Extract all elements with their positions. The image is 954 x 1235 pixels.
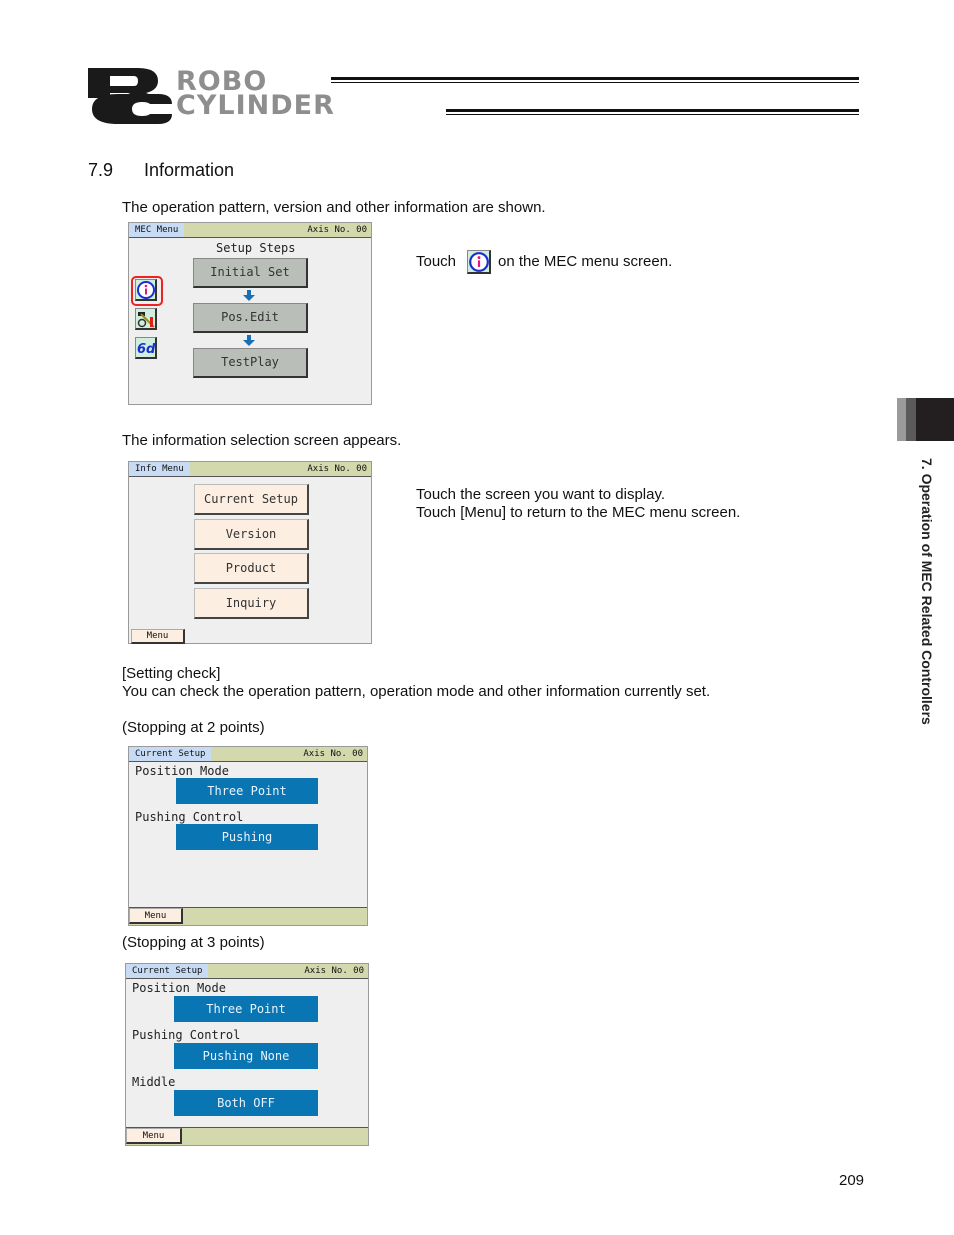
field-label: Middle xyxy=(132,1075,176,1089)
screen-title: Current Setup xyxy=(129,747,212,761)
arrow-down-icon xyxy=(243,295,255,301)
section-title: Information xyxy=(144,160,235,180)
testplay-button[interactable]: TestPlay xyxy=(193,348,308,378)
setup-steps-heading: Setup Steps xyxy=(216,241,296,255)
mec-menu-screen: MEC Menu Axis No. 00 Setup Steps Initial… xyxy=(128,222,372,405)
header-rule-bottom xyxy=(446,109,859,112)
arrow-down-icon xyxy=(243,340,255,346)
screen-title: Current Setup xyxy=(126,964,209,978)
robo-cylinder-wordmark: ROBO CYLINDER xyxy=(176,68,335,121)
chapter-label: 7. Operation of MEC Related Controllers xyxy=(919,458,935,725)
field-value: Three Point xyxy=(174,996,318,1022)
glasses-icon[interactable]: 6d xyxy=(135,337,157,359)
current-setup-screen-3pt: Current Setup Axis No. 00 Position Mode … xyxy=(125,963,369,1146)
step2-instruction-line1: Touch the screen you want to display. xyxy=(416,486,666,503)
page-number: 209 xyxy=(839,1172,865,1189)
intro-text: The operation pattern, version and other… xyxy=(122,199,546,216)
field-value: Three Point xyxy=(176,778,318,804)
header-rule-top-thin xyxy=(331,82,859,83)
titlebar: Current Setup Axis No. 00 xyxy=(129,747,367,762)
svg-text:6d: 6d xyxy=(137,342,156,357)
menu-button[interactable]: Menu xyxy=(126,1128,182,1144)
screen-title: Info Menu xyxy=(129,462,190,476)
field-value: Pushing None xyxy=(174,1043,318,1069)
setting-check-heading: [Setting check] xyxy=(122,665,221,682)
section-number: 7.9 xyxy=(88,160,114,180)
info-menu-screen: Info Menu Axis No. 00 Current Setup Vers… xyxy=(128,461,372,644)
chapter-tab xyxy=(897,398,954,441)
product-button[interactable]: Product xyxy=(194,553,309,584)
footer-bar: Menu xyxy=(126,1127,368,1145)
step2-caption: The information selection screen appears… xyxy=(122,432,402,449)
titlebar: MEC Menu Axis No. 00 xyxy=(129,223,371,238)
info-icon xyxy=(467,250,491,274)
two-points-caption: (Stopping at 2 points) xyxy=(122,719,265,736)
header-rule-top xyxy=(331,77,859,80)
initial-set-button[interactable]: Initial Set xyxy=(193,258,308,288)
footer-bar: Menu xyxy=(129,907,367,925)
field-value: Both OFF xyxy=(174,1090,318,1116)
titlebar: Current Setup Axis No. 00 xyxy=(126,964,368,979)
axis-number: Axis No. 00 xyxy=(307,225,367,235)
menu-button[interactable]: Menu xyxy=(131,629,185,644)
field-label: Pushing Control xyxy=(132,1028,241,1042)
inquiry-button[interactable]: Inquiry xyxy=(194,588,309,619)
version-button[interactable]: Version xyxy=(194,519,309,550)
screen-title: MEC Menu xyxy=(129,223,185,237)
info-icon[interactable] xyxy=(135,279,157,301)
menu-button[interactable]: Menu xyxy=(129,908,183,924)
rc-logo-mark xyxy=(88,68,172,124)
step2-instruction-line2: Touch [Menu] to return to the MEC menu s… xyxy=(416,504,741,521)
axis-number: Axis No. 00 xyxy=(303,749,363,759)
tool-icon[interactable] xyxy=(135,308,157,330)
current-setup-button[interactable]: Current Setup xyxy=(194,484,309,515)
field-label: Position Mode xyxy=(135,764,229,778)
step1-instruction-suffix: on the MEC menu screen. xyxy=(498,253,673,270)
axis-number: Axis No. 00 xyxy=(304,966,364,976)
current-setup-screen-2pt: Current Setup Axis No. 00 Position Mode … xyxy=(128,746,368,926)
setting-check-description: You can check the operation pattern, ope… xyxy=(122,683,711,700)
axis-number: Axis No. 00 xyxy=(307,464,367,474)
field-label: Position Mode xyxy=(132,981,226,995)
field-label: Pushing Control xyxy=(135,810,244,824)
pos-edit-button[interactable]: Pos.Edit xyxy=(193,303,308,333)
titlebar: Info Menu Axis No. 00 xyxy=(129,462,371,477)
three-points-caption: (Stopping at 3 points) xyxy=(122,934,265,951)
logo-line-cylinder: CYLINDER xyxy=(176,90,335,121)
field-value: Pushing xyxy=(176,824,318,850)
step1-instruction-prefix: Touch xyxy=(416,253,457,270)
header-rule-bottom-thin xyxy=(446,114,859,115)
